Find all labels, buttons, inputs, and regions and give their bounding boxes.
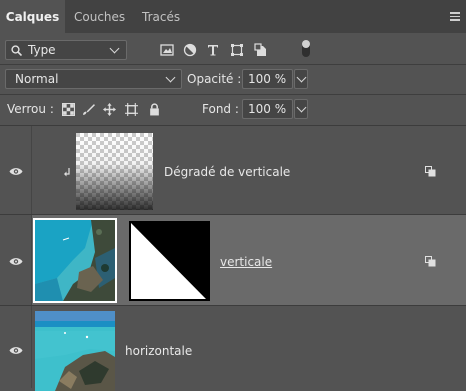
layer-mask-thumbnail[interactable]: [129, 221, 210, 301]
layer-row-gradient[interactable]: Dégradé de verticale: [0, 125, 466, 214]
text-filter-icon[interactable]: [206, 43, 220, 57]
fill-label: Fond :: [202, 102, 239, 116]
panel-menu-icon[interactable]: [450, 12, 460, 21]
layer-name[interactable]: Dégradé de verticale: [164, 165, 290, 179]
eye-icon[interactable]: [9, 257, 23, 266]
visibility-column: [0, 126, 32, 214]
shape-filter-icon[interactable]: [230, 43, 244, 57]
lock-all-icon[interactable]: [148, 103, 161, 116]
smart-object-filter-icon[interactable]: [254, 43, 268, 57]
chevron-down-icon: [165, 72, 176, 83]
image-filter-icon[interactable]: [160, 43, 174, 57]
blend-mode-dropdown[interactable]: Normal: [5, 69, 182, 89]
filter-toggle[interactable]: [302, 40, 310, 57]
separator: [0, 64, 466, 65]
fill-dropdown-button[interactable]: [294, 99, 308, 119]
blend-mode-value: Normal: [15, 72, 59, 86]
layer-name[interactable]: verticale: [220, 255, 272, 269]
smart-object-icon: [425, 166, 436, 177]
chevron-down-icon: [296, 102, 307, 113]
opacity-dropdown-button[interactable]: [294, 69, 308, 89]
smart-object-icon: [425, 256, 436, 267]
opacity-value: 100 %: [248, 72, 287, 86]
eye-icon[interactable]: [9, 167, 23, 176]
lock-transparency-icon[interactable]: [62, 103, 75, 116]
separator: [0, 94, 466, 95]
tab-couches[interactable]: Couches: [74, 0, 125, 33]
lock-pixels-icon[interactable]: [82, 103, 95, 116]
panel-tab-bar: Calques Couches Tracés: [0, 0, 466, 33]
layer-thumbnail: [35, 311, 115, 391]
tab-calques[interactable]: Calques: [0, 0, 65, 33]
clip-arrow-icon: [64, 168, 70, 177]
search-icon: [11, 45, 22, 56]
eye-icon[interactable]: [9, 346, 23, 355]
opacity-label: Opacité :: [187, 72, 242, 86]
layer-thumbnail: [76, 133, 153, 210]
lock-label: Verrou :: [7, 102, 54, 116]
layer-name[interactable]: horizontale: [125, 344, 192, 358]
filter-kind-dropdown[interactable]: Type: [5, 40, 127, 60]
layer-thumbnail: [33, 218, 117, 303]
layer-row-horizontale[interactable]: horizontale: [0, 305, 466, 391]
filter-kind-label: Type: [28, 43, 56, 57]
fill-input[interactable]: 100 %: [242, 99, 293, 119]
chevron-down-icon: [109, 43, 120, 54]
visibility-column: [0, 215, 32, 305]
adjustment-filter-icon[interactable]: [183, 43, 197, 57]
fill-value: 100 %: [248, 102, 287, 116]
lock-artboard-icon[interactable]: [125, 103, 138, 116]
opacity-input[interactable]: 100 %: [242, 69, 293, 89]
chevron-down-icon: [296, 72, 307, 83]
visibility-column: [0, 306, 32, 388]
layer-row-verticale[interactable]: verticale: [0, 214, 466, 305]
tab-traces[interactable]: Tracés: [142, 0, 180, 33]
lock-position-icon[interactable]: [103, 103, 116, 116]
